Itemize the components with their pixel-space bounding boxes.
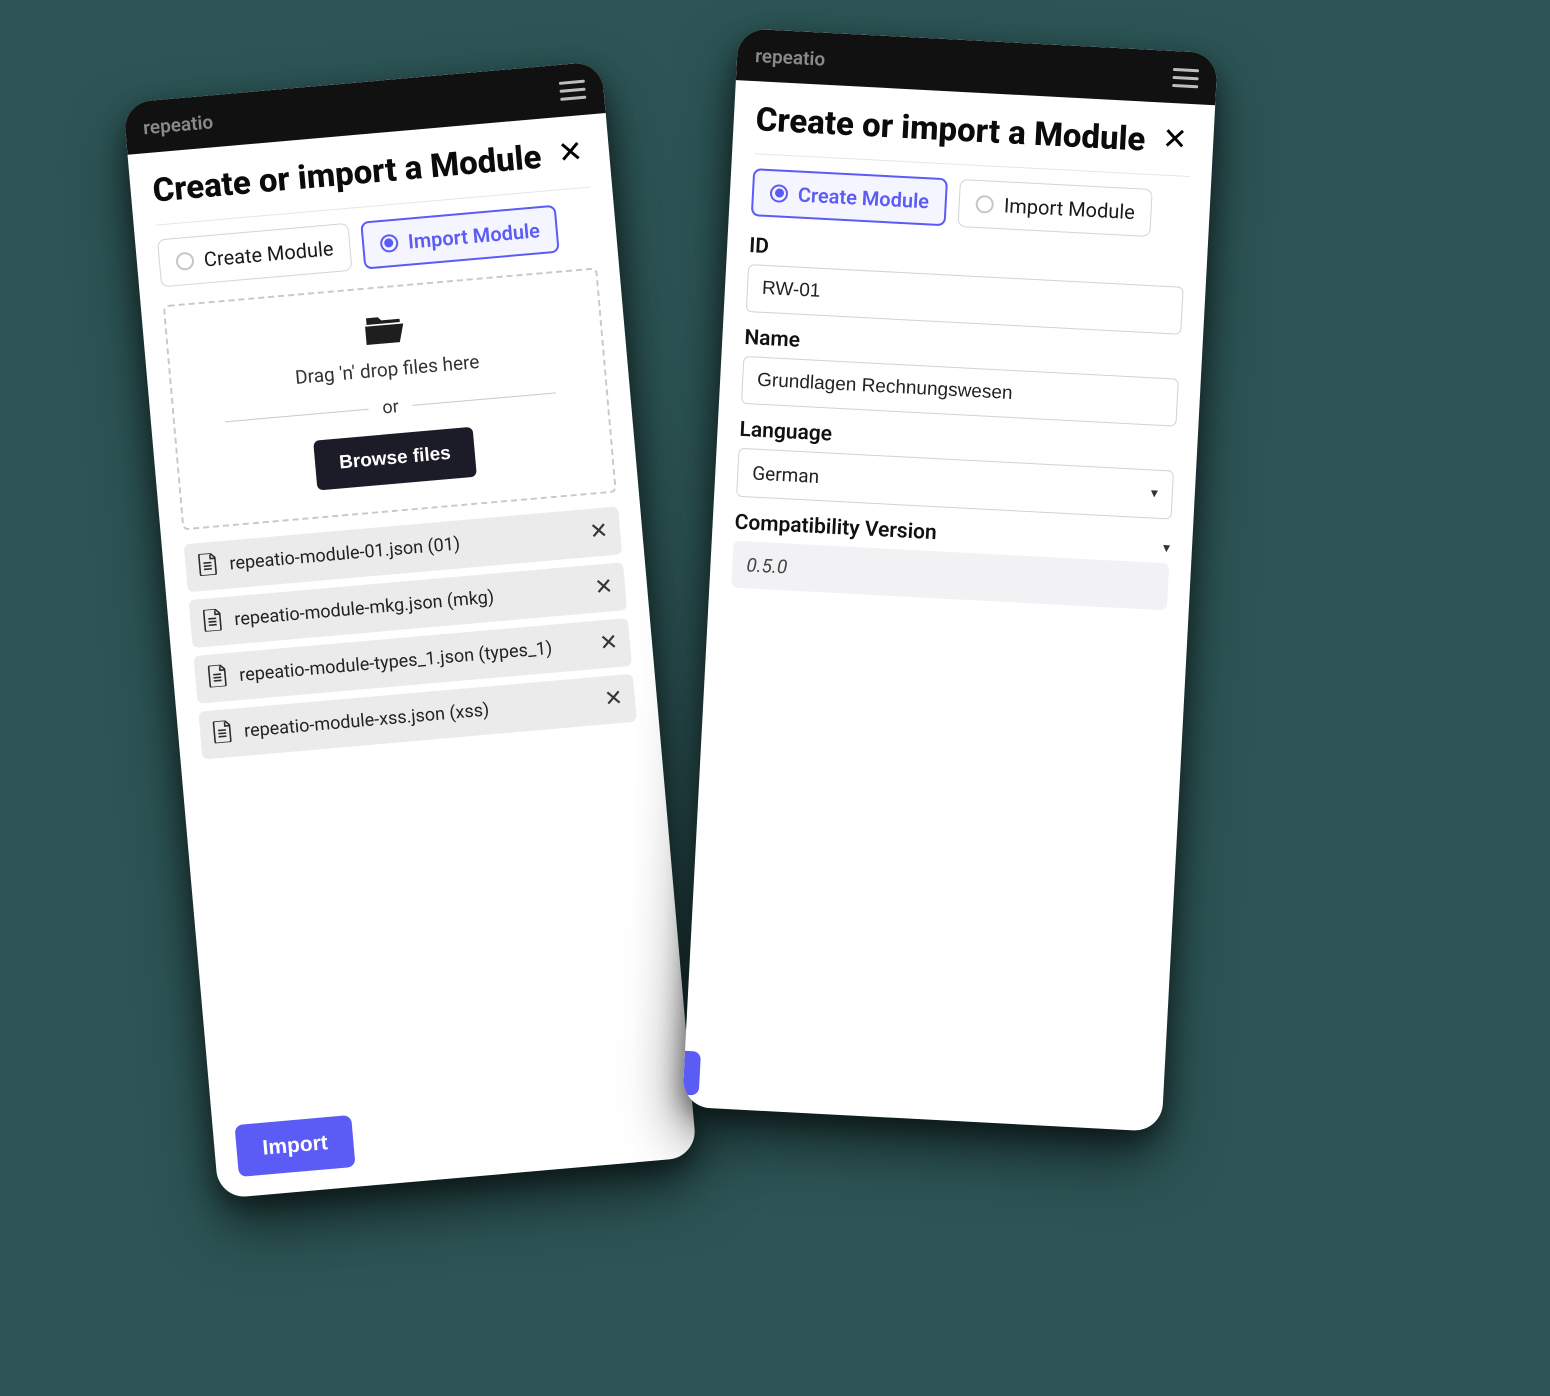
brand-logo: repeatio — [755, 44, 826, 71]
field-id: ID — [746, 234, 1185, 335]
radio-icon — [770, 184, 789, 203]
remove-file-icon[interactable]: ✕ — [594, 576, 614, 600]
remove-file-icon[interactable]: ✕ — [599, 632, 619, 656]
selected-files-list: repeatio-module-01.json (01) ✕ repeatio-… — [184, 506, 637, 759]
remove-file-icon[interactable]: ✕ — [589, 520, 609, 544]
toggle-import-module[interactable]: Import Module — [360, 205, 560, 270]
language-value: German — [752, 461, 820, 487]
file-name: repeatio-module-01.json (01) — [229, 523, 579, 574]
radio-icon — [976, 195, 995, 214]
modal-panel: Create or import a Module ✕ Create Modul… — [128, 113, 661, 783]
hamburger-icon[interactable] — [1172, 67, 1199, 87]
compat-label: Compatibility Version — [734, 511, 937, 546]
browse-files-button[interactable]: Browse files — [313, 427, 477, 491]
toggle-create-label: Create Module — [797, 182, 929, 213]
toggle-create-module[interactable]: Create Module — [157, 223, 352, 288]
modal-panel: Create or import a Module ✕ Create Modul… — [707, 80, 1215, 647]
hamburger-icon[interactable] — [559, 79, 587, 100]
toggle-create-label: Create Module — [203, 236, 334, 271]
file-icon — [206, 664, 228, 692]
or-text: or — [381, 396, 399, 418]
brand-logo: repeatio — [142, 110, 214, 139]
device-import-view: repeatio Create or import a Module ✕ Cre… — [123, 61, 697, 1199]
modal-title: Create or import a Module — [755, 101, 1146, 159]
mode-toggle-group: Create Module Import Module — [751, 168, 1189, 239]
accent-strip — [683, 1051, 701, 1096]
device-create-view: repeatio Create or import a Module ✕ Cre… — [682, 28, 1218, 1132]
import-button[interactable]: Import — [234, 1115, 355, 1177]
file-icon — [201, 608, 223, 636]
modal-title: Create or import a Module — [151, 139, 543, 211]
field-language: Language German ▾ — [736, 418, 1176, 520]
toggle-import-label: Import Module — [407, 218, 541, 253]
file-icon — [211, 720, 233, 748]
remove-file-icon[interactable]: ✕ — [603, 688, 623, 712]
toggle-create-module[interactable]: Create Module — [751, 168, 948, 226]
chevron-down-icon: ▾ — [1163, 540, 1171, 556]
file-name: repeatio-module-xss.json (xss) — [243, 691, 593, 742]
divider — [225, 409, 368, 423]
file-name: repeatio-module-mkg.json (mkg) — [234, 579, 584, 630]
close-icon[interactable]: ✕ — [1157, 122, 1192, 158]
chevron-down-icon: ▾ — [1150, 486, 1158, 502]
divider — [413, 392, 556, 406]
close-icon[interactable]: ✕ — [552, 135, 588, 172]
toggle-import-module[interactable]: Import Module — [958, 179, 1153, 237]
file-icon — [197, 553, 219, 581]
file-name: repeatio-module-types_1.json (types_1) — [238, 635, 588, 686]
radio-icon — [175, 251, 195, 271]
field-name: Name — [741, 326, 1180, 427]
toggle-import-label: Import Module — [1003, 193, 1135, 224]
file-dropzone[interactable]: Drag 'n' drop files here or Browse files — [163, 267, 617, 530]
field-compat-version: Compatibility Version ▾ 0.5.0 — [731, 511, 1170, 611]
radio-icon — [379, 234, 399, 254]
